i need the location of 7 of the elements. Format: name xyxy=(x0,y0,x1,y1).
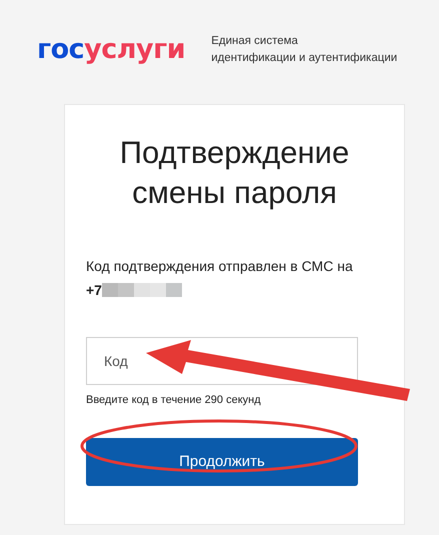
continue-button[interactable]: Продолжить xyxy=(86,438,358,486)
timer-hint: Введите код в течение 290 секунд xyxy=(86,394,262,406)
tagline: Единая система идентификации и аутентификации xyxy=(211,34,398,66)
logo-text: госуслуги xyxy=(37,35,186,65)
phone-number: +7 xyxy=(86,282,102,298)
page-title: Подтверждение смены пароля xyxy=(118,134,350,212)
sms-message: Код подтверждения отправлен в СМС на xyxy=(86,257,354,275)
